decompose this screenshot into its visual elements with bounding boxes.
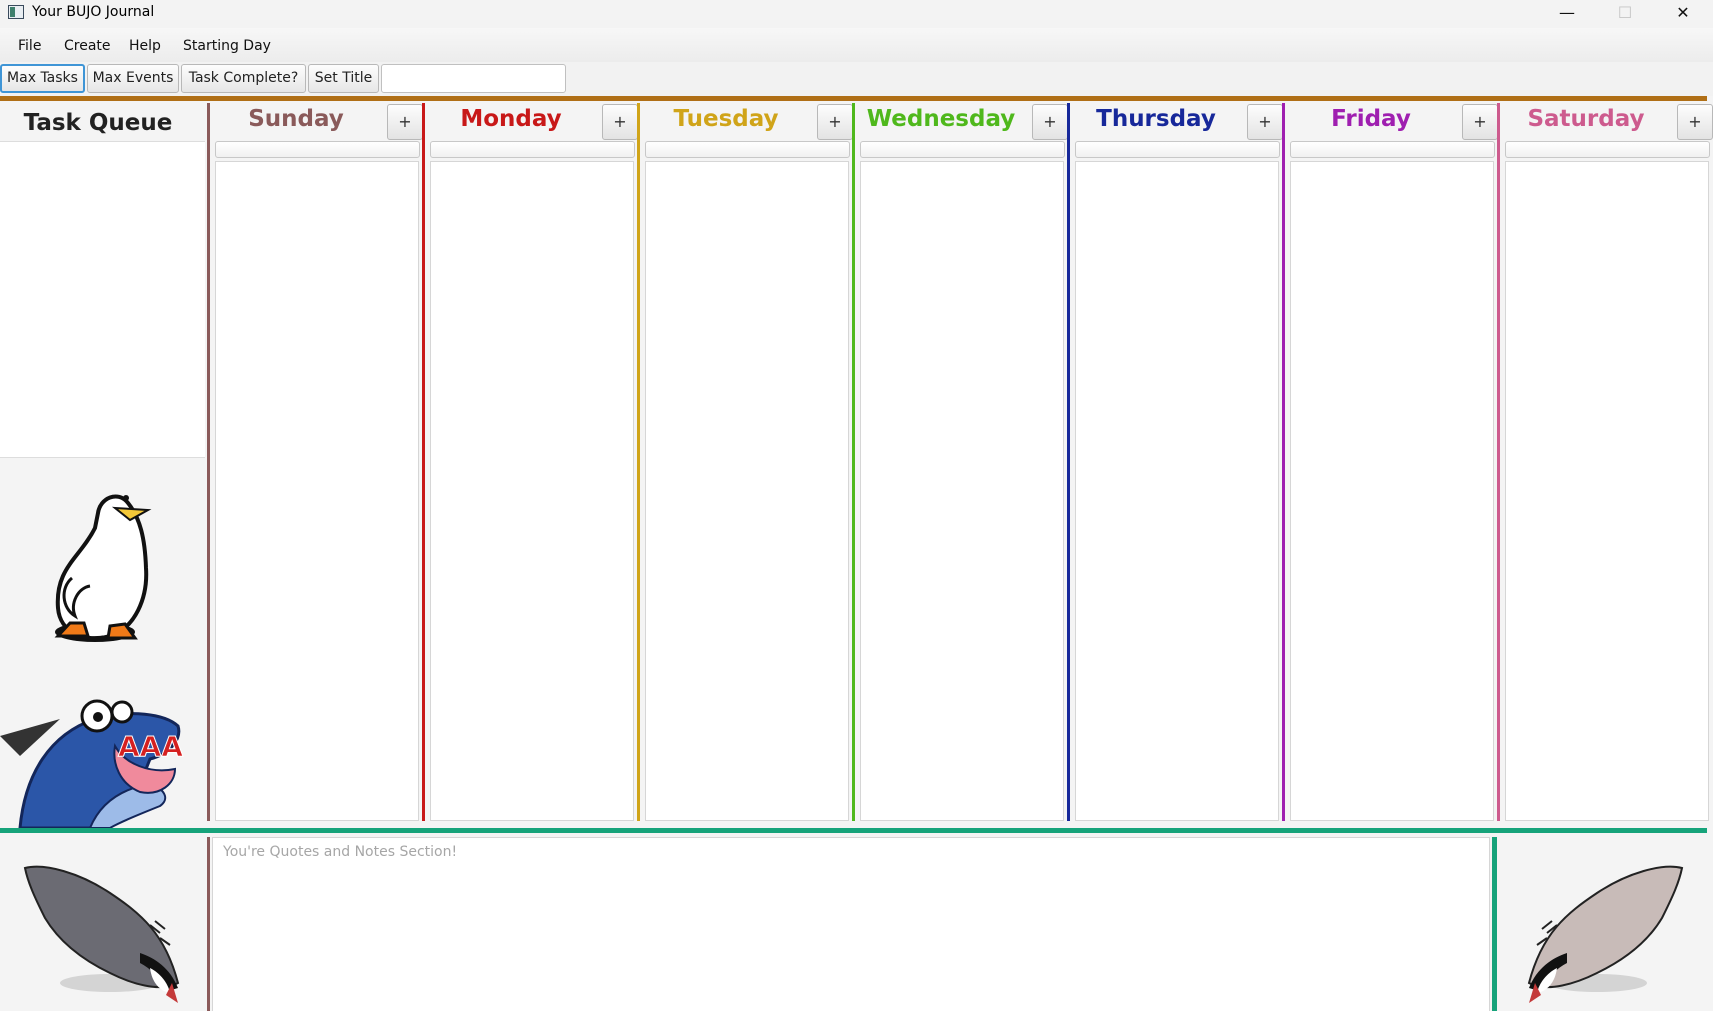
bird-right-illustration	[1497, 833, 1713, 1011]
day-header-friday: Friday	[1331, 106, 1411, 132]
bird-left-illustration	[0, 833, 205, 1011]
menu-starting-day[interactable]: Starting Day	[183, 38, 271, 54]
day-list-wednesday[interactable]	[860, 161, 1064, 821]
day-list-sunday[interactable]	[215, 161, 419, 821]
day-list-saturday[interactable]	[1505, 161, 1709, 821]
notes-textarea[interactable]: You're Quotes and Notes Section!	[212, 837, 1490, 1011]
divider-tuesday	[637, 103, 640, 821]
window-title: Your BUJO Journal	[32, 4, 155, 20]
set-title-button[interactable]: Set Title	[308, 64, 379, 93]
add-button-monday[interactable]: +	[602, 104, 638, 140]
day-list-tuesday[interactable]	[645, 161, 849, 821]
day-input-thursday[interactable]	[1075, 141, 1280, 158]
day-header-monday: Monday	[460, 106, 562, 132]
max-events-button[interactable]: Max Events	[87, 64, 179, 93]
add-button-saturday[interactable]: +	[1677, 104, 1713, 140]
dragon-illustration: AAA	[0, 664, 205, 828]
app-icon	[8, 5, 24, 19]
day-header-thursday: Thursday	[1096, 106, 1216, 132]
close-button[interactable]: ✕	[1654, 0, 1712, 28]
divider-wednesday	[852, 103, 855, 821]
add-button-thursday[interactable]: +	[1247, 104, 1283, 140]
task-queue-list[interactable]	[0, 141, 205, 458]
add-button-sunday[interactable]: +	[387, 104, 423, 140]
sticker-text: AAA	[118, 730, 183, 763]
task-queue-title: Task Queue	[23, 110, 173, 136]
duck-illustration	[0, 458, 205, 664]
day-input-saturday[interactable]	[1505, 141, 1710, 158]
max-tasks-button[interactable]: Max Tasks	[0, 64, 85, 93]
minimize-button[interactable]: —	[1538, 0, 1596, 28]
day-input-wednesday[interactable]	[860, 141, 1065, 158]
menu-create[interactable]: Create	[64, 38, 111, 54]
menu-help[interactable]: Help	[129, 38, 161, 54]
day-list-friday[interactable]	[1290, 161, 1494, 821]
day-input-friday[interactable]	[1290, 141, 1495, 158]
divider-friday	[1282, 103, 1285, 821]
day-header-sunday: Sunday	[248, 106, 344, 132]
day-input-sunday[interactable]	[215, 141, 420, 158]
title-bar: Your BUJO Journal — ☐ ✕	[0, 0, 1713, 28]
bottom-divider	[0, 828, 1707, 833]
divider-sunday	[207, 103, 210, 821]
day-header-saturday: Saturday	[1527, 106, 1645, 132]
day-header-wednesday: Wednesday	[866, 106, 1016, 132]
divider-thursday	[1067, 103, 1070, 821]
add-button-tuesday[interactable]: +	[817, 104, 853, 140]
title-input[interactable]	[381, 64, 566, 93]
top-divider	[0, 96, 1707, 101]
menu-file[interactable]: File	[18, 38, 41, 54]
add-button-wednesday[interactable]: +	[1032, 104, 1068, 140]
day-input-tuesday[interactable]	[645, 141, 850, 158]
notes-left-border	[207, 837, 210, 1011]
day-input-monday[interactable]	[430, 141, 635, 158]
divider-monday	[422, 103, 425, 821]
toolbar: Max Tasks Max Events Task Complete? Set …	[0, 62, 1713, 96]
maximize-button[interactable]: ☐	[1596, 0, 1654, 28]
day-list-thursday[interactable]	[1075, 161, 1279, 821]
task-complete-button[interactable]: Task Complete?	[181, 64, 306, 93]
menu-bar: File Create Help Starting Day	[0, 28, 1713, 63]
notes-placeholder: You're Quotes and Notes Section!	[223, 844, 458, 860]
add-button-friday[interactable]: +	[1462, 104, 1498, 140]
day-header-tuesday: Tuesday	[673, 106, 779, 132]
divider-saturday	[1497, 103, 1500, 821]
day-list-monday[interactable]	[430, 161, 634, 821]
